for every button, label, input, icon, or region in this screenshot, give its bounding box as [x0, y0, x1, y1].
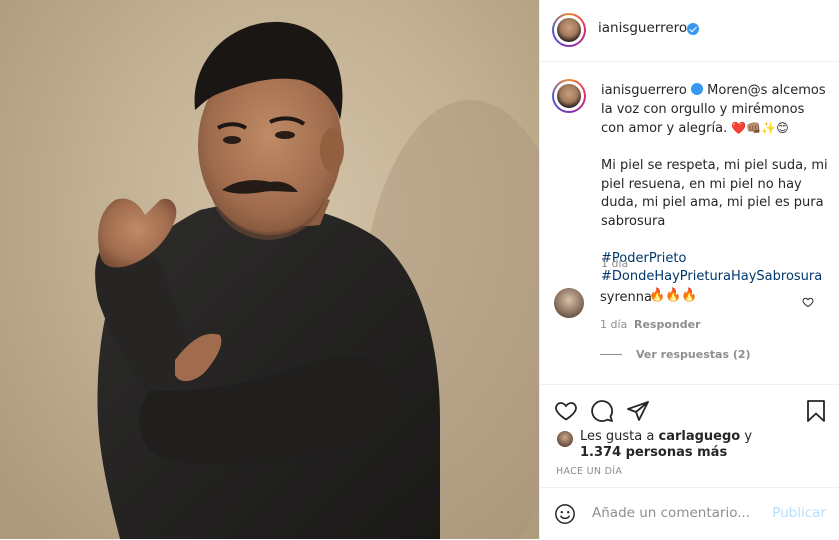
bookmark-icon[interactable]	[805, 399, 827, 423]
caption-emojis: ❤️👊🏽✨😊	[731, 121, 789, 135]
post-timestamp[interactable]: HACE UN DÍA	[556, 466, 622, 477]
hashtag-dondehayprietura[interactable]: #DondeHayPrieturaHaySabrosura	[601, 268, 831, 287]
replies-divider	[600, 354, 622, 355]
liker-avatar[interactable]	[557, 431, 573, 447]
portrait-illustration	[95, 21, 539, 539]
emoji-icon[interactable]	[554, 503, 576, 525]
add-comment-bar: Añade un comentario... Publicar	[540, 487, 839, 540]
comment-age[interactable]: 1 día	[600, 318, 627, 331]
caption-paragraph-2: Mi piel se respeta, mi piel suda, mi pie…	[601, 158, 828, 229]
comment-text: 🔥🔥🔥	[649, 288, 698, 303]
caption-verified-icon	[691, 83, 704, 95]
actions-section: Les gusta a carlaguego y 1.374 personas …	[540, 384, 839, 539]
reply-button[interactable]: Responder	[634, 318, 701, 331]
likes-others[interactable]: 1.374 personas más	[580, 445, 727, 460]
comment-username[interactable]: syrenna	[600, 290, 652, 305]
hashtag-poderprieto[interactable]: #PoderPrieto	[601, 250, 831, 269]
instagram-post: ianisguerrero ianisguerrero Moren@s alce…	[0, 0, 839, 539]
likes-prefix: Les gusta a	[580, 429, 659, 444]
caption: ianisguerrero Moren@s alcemos la voz con…	[601, 82, 831, 287]
share-icon[interactable]	[626, 399, 650, 423]
post-side-panel: ianisguerrero ianisguerrero Moren@s alce…	[539, 0, 839, 539]
likes-suffix: y	[740, 429, 753, 444]
caption-username[interactable]: ianisguerrero	[601, 83, 687, 98]
comments-area[interactable]: ianisguerrero Moren@s alcemos la voz con…	[540, 62, 839, 384]
caption-age[interactable]: 1 día	[601, 257, 628, 270]
likes-summary: Les gusta a carlaguego y 1.374 personas …	[580, 429, 820, 461]
likes-user[interactable]: carlaguego	[658, 429, 740, 444]
heart-icon[interactable]	[554, 399, 578, 423]
header-username[interactable]: ianisguerrero	[598, 20, 687, 36]
view-replies-button[interactable]: Ver respuestas (2)	[636, 348, 751, 361]
commenter-avatar[interactable]	[554, 288, 584, 318]
caption-avatar[interactable]	[552, 79, 586, 113]
like-comment-icon[interactable]	[802, 296, 814, 308]
post-photo[interactable]	[0, 0, 539, 539]
post-header: ianisguerrero	[540, 0, 839, 62]
verified-icon	[687, 23, 699, 35]
comment-icon[interactable]	[590, 399, 614, 423]
comment-input[interactable]: Añade un comentario...	[592, 505, 750, 521]
publish-button[interactable]: Publicar	[772, 505, 826, 521]
avatar[interactable]	[552, 13, 586, 47]
